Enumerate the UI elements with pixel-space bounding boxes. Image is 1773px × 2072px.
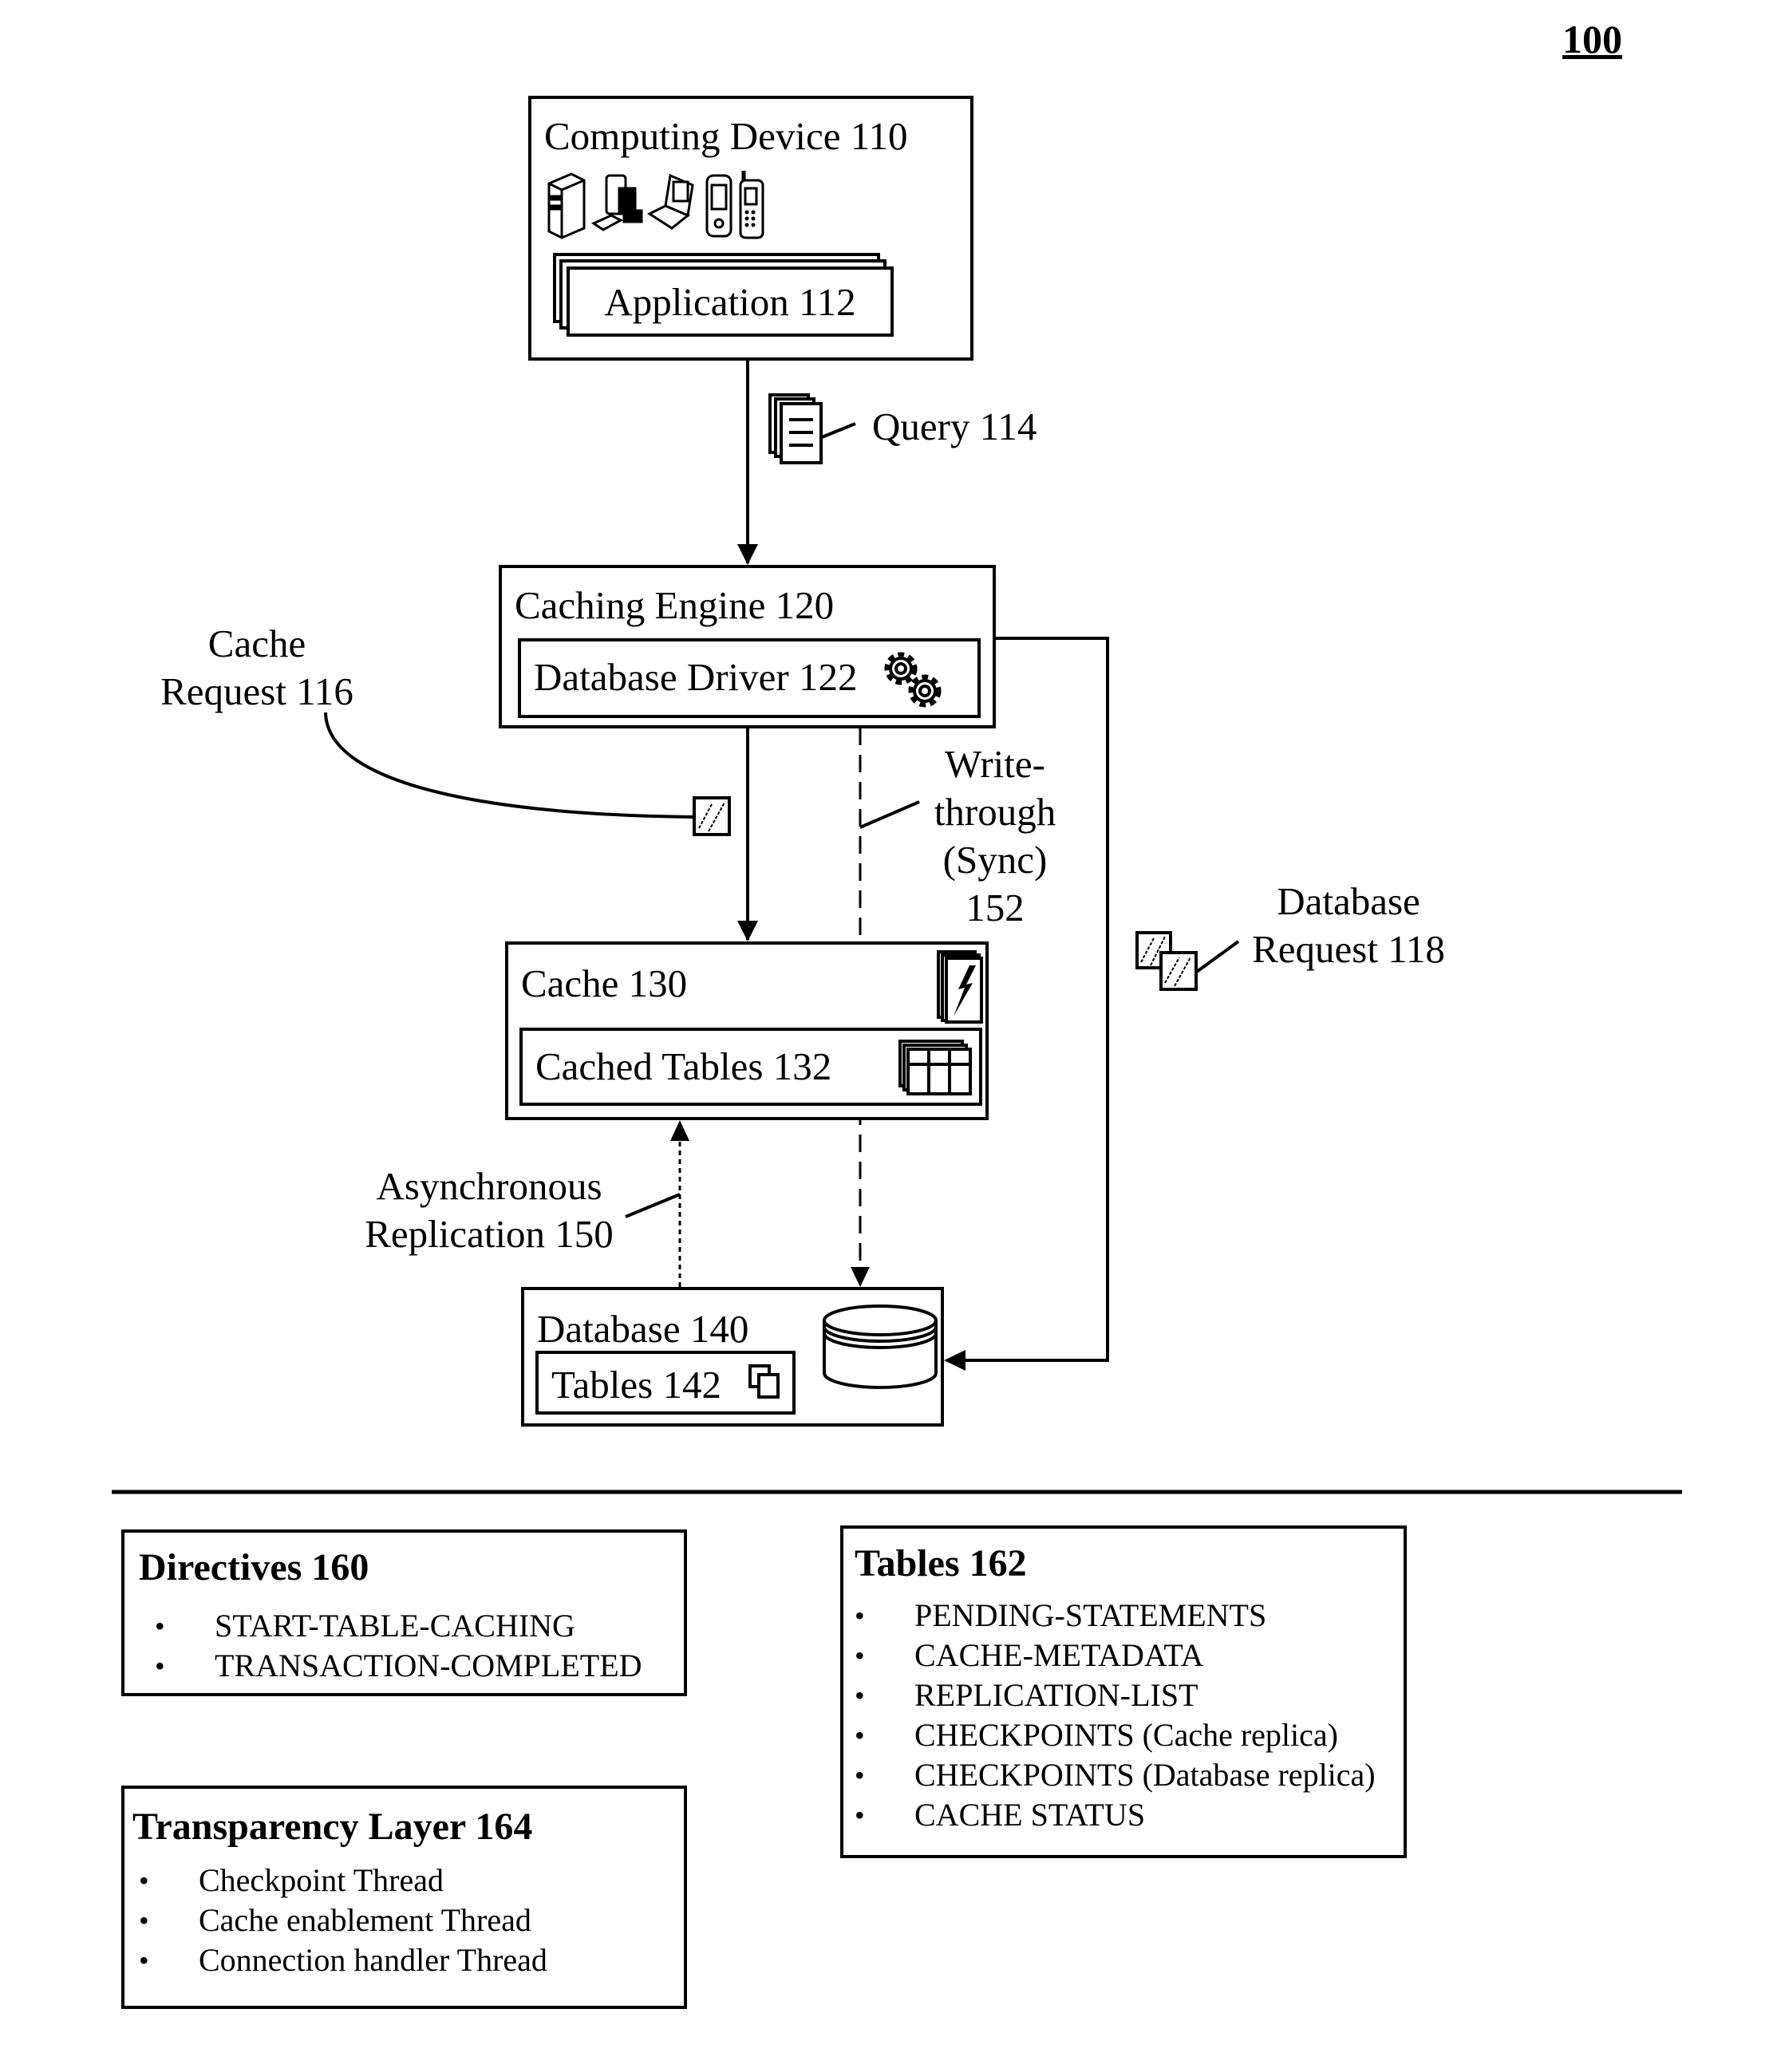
- tables-142-box[interactable]: Tables 142: [535, 1351, 796, 1415]
- pda-icon: [705, 174, 732, 238]
- database-request-label-line2: Request 118: [1252, 927, 1445, 971]
- caching-engine-box[interactable]: Caching Engine 120 Database Driver 122: [499, 565, 996, 728]
- cache-request-arrowhead: [737, 921, 758, 941]
- directives-title: Directives 160: [139, 1546, 369, 1589]
- mobile-phone-icon: [739, 171, 764, 239]
- thread-item: • Cache enablement Thread: [139, 1900, 547, 1940]
- bullet-icon: •: [155, 1610, 165, 1642]
- tables-legend-title: Tables 162: [855, 1542, 1027, 1585]
- bullet-icon: •: [155, 1650, 165, 1682]
- bullet-icon: •: [855, 1600, 865, 1632]
- cached-tables-box[interactable]: Cached Tables 132: [519, 1028, 982, 1106]
- caching-engine-label: Caching Engine 120: [515, 583, 835, 627]
- database-box[interactable]: Database 140 Tables 142: [521, 1287, 944, 1427]
- desktop-icon: [590, 174, 643, 231]
- transparency-title: Transparency Layer 164: [132, 1806, 533, 1848]
- query-document-icon: [768, 393, 823, 464]
- table-item: • REPLICATION-LIST: [855, 1675, 1376, 1715]
- async-replication-label-line2: Replication 150: [365, 1212, 614, 1256]
- cache-request-label-line2: Request 116: [160, 669, 353, 713]
- table-grid-icon: [898, 1040, 972, 1095]
- copy-tables-icon: [748, 1364, 780, 1399]
- tables-142-label: Tables 142: [551, 1363, 721, 1407]
- lightning-document-icon: [937, 950, 983, 1024]
- cache-label: Cache 130: [521, 961, 688, 1005]
- transparency-legend-box: Transparency Layer 164 • Checkpoint Threa…: [121, 1786, 687, 2009]
- bullet-icon: •: [855, 1799, 865, 1831]
- async-replication-leader: [625, 1193, 681, 1218]
- async-replication-label-line1: Asynchronous: [376, 1164, 602, 1208]
- bullet-icon: •: [855, 1759, 865, 1791]
- application-box[interactable]: Application 112: [567, 266, 894, 337]
- database-cylinder-icon: [823, 1304, 938, 1389]
- computing-device-label: Computing Device 110: [544, 114, 908, 158]
- write-through-label-line4: 152: [965, 886, 1025, 929]
- directives-list: • START-TABLE-CACHING • TRANSACTION-COMPLE…: [155, 1606, 642, 1686]
- bullet-icon: •: [139, 1904, 149, 1936]
- bullet-icon: •: [139, 1865, 149, 1896]
- computing-device-box[interactable]: Computing Device 110 Application 112: [528, 96, 973, 361]
- table-item: • PENDING-STATEMENTS: [855, 1596, 1376, 1636]
- gears-icon: [884, 652, 942, 708]
- cached-tables-label: Cached Tables 132: [535, 1044, 832, 1088]
- table-item: • CACHE STATUS: [855, 1795, 1376, 1835]
- database-driver-label: Database Driver 122: [534, 655, 858, 699]
- query-arrowhead: [737, 544, 758, 565]
- directives-legend-box: Directives 160 • START-TABLE-CACHING • TRA…: [121, 1529, 687, 1696]
- async-replication-arrowhead: [670, 1120, 689, 1141]
- thread-item: • Checkpoint Thread: [139, 1861, 547, 1900]
- database-request-packets-icon: [1135, 931, 1198, 991]
- query-leader: [821, 422, 856, 439]
- directive-item: • START-TABLE-CACHING: [155, 1606, 642, 1646]
- database-label: Database 140: [537, 1307, 749, 1351]
- bullet-icon: •: [855, 1640, 865, 1671]
- database-request-arrowhead: [944, 1350, 965, 1371]
- tables-legend-box: Tables 162 • PENDING-STATEMENTS • CACHE-ME…: [840, 1525, 1407, 1858]
- tables-legend-list: • PENDING-STATEMENTS • CACHE-METADATA • REP…: [855, 1596, 1376, 1835]
- database-driver-box[interactable]: Database Driver 122: [518, 638, 981, 718]
- cache-request-packet-icon: [693, 796, 731, 836]
- directive-item: • TRANSACTION-COMPLETED: [155, 1646, 642, 1686]
- table-item: • CHECKPOINTS (Cache replica): [855, 1715, 1376, 1755]
- write-through-label-line1: Write-: [945, 742, 1045, 786]
- database-request-label-line1: Database: [1277, 879, 1420, 923]
- query-label: Query 114: [872, 405, 1037, 448]
- table-item: • CACHE-METADATA: [855, 1636, 1376, 1675]
- bullet-icon: •: [139, 1944, 149, 1976]
- server-icon: [547, 172, 586, 239]
- write-through-label-line2: through: [934, 790, 1056, 834]
- application-label: Application 112: [604, 280, 856, 324]
- bullet-icon: •: [855, 1679, 865, 1711]
- laptop-icon: [646, 173, 694, 230]
- cache-box[interactable]: Cache 130 Cached Tables 132: [505, 941, 989, 1120]
- thread-item: • Connection handler Thread: [139, 1940, 547, 1980]
- write-through-arrowhead: [851, 1267, 870, 1287]
- write-through-label-line3: (Sync): [942, 838, 1048, 882]
- bullet-icon: •: [855, 1719, 865, 1751]
- cache-request-label-line1: Cache: [207, 622, 306, 665]
- table-item: • CHECKPOINTS (Database replica): [855, 1755, 1376, 1795]
- transparency-list: • Checkpoint Thread • Cache enablement Thr…: [139, 1861, 547, 1980]
- device-icons: [547, 171, 764, 239]
